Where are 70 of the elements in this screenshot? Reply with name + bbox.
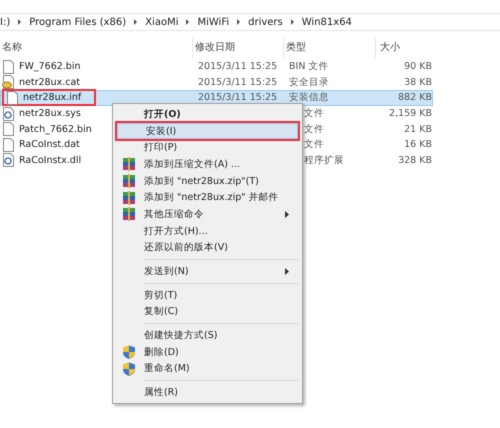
menu-item[interactable]: 添加到 "netr28ux.zip"(T) [115, 172, 300, 190]
file-name[interactable]: RaCoInst.dat [19, 139, 80, 150]
menu-item[interactable]: 打印(P) [115, 139, 300, 156]
menu-item[interactable]: 属性(R) [115, 384, 300, 401]
file-icon [2, 60, 15, 74]
breadcrumb-item[interactable]: drivers [248, 16, 283, 28]
column-header[interactable]: 类型 [283, 37, 375, 59]
table-cell: 文件 [304, 107, 324, 120]
file-name[interactable]: RaCoInstx.dll [19, 154, 82, 166]
breadcrumb-item[interactable]: MiWiFi [197, 16, 230, 28]
chevron-icon [290, 18, 295, 26]
table-cell: 文件 [304, 138, 324, 152]
table-cell: 安全目录 [289, 76, 329, 89]
menu-item[interactable]: 安装(I) [117, 122, 298, 140]
file-name[interactable]: netr28ux.inf [23, 92, 82, 104]
table-cell: 2015/3/11 15:25 [198, 61, 278, 72]
menu-item[interactable]: 添加到 "netr28ux.zip" 并邮件 [115, 189, 300, 206]
address-bar[interactable]: I:) Program Files (x86) XiaoMi MiWiFi drivers Win81x64 [0, 14, 500, 31]
table-cell: 程序扩展 [304, 154, 344, 167]
column-header[interactable]: 修改日期 [192, 37, 283, 59]
archive-icon [122, 174, 136, 188]
archive-icon [122, 207, 136, 222]
shield-icon [122, 345, 136, 360]
menu-item[interactable]: 打开方式(H)... [115, 222, 300, 240]
table-cell: 38 KB [404, 76, 432, 88]
archive-icon [122, 190, 136, 205]
submenu-arrow-icon [285, 210, 289, 218]
file-icon [2, 122, 15, 136]
submenu-arrow-icon [285, 268, 289, 276]
menu-item[interactable]: 其他压缩命令 [115, 206, 300, 223]
shield-icon [122, 362, 136, 376]
menu-item[interactable]: 重命名(M) [115, 360, 300, 378]
table-cell: 90 KB [404, 61, 432, 72]
file-icon [6, 90, 19, 105]
menu-item[interactable]: 打开(O) [115, 106, 300, 123]
column-header[interactable]: 大小 [375, 37, 433, 59]
chevron-icon [17, 18, 22, 26]
chevron-icon [133, 18, 138, 26]
file-name[interactable]: FW_7662.bin [19, 61, 80, 72]
menu-item[interactable]: 剪切(T) [115, 286, 300, 304]
file-icon [2, 138, 15, 152]
menu-item[interactable]: 删除(D) [115, 344, 300, 361]
table-cell: BIN 文件 [289, 60, 328, 74]
file-name[interactable]: netr28ux.cat [19, 76, 80, 88]
menu-item[interactable]: 添加到压缩文件(A) ... [115, 156, 300, 173]
table-cell: 文件 [304, 122, 324, 136]
menu-item[interactable]: 发送到(N) [115, 263, 300, 280]
breadcrumb-item[interactable]: I:) [0, 16, 10, 28]
table-cell: 16 KB [404, 139, 432, 150]
file-name[interactable]: Patch_7662.bin [19, 124, 92, 135]
table-cell: 安装信息 [289, 91, 329, 104]
column-header[interactable]: 名称 [0, 37, 192, 59]
table-cell: 21 KB [404, 124, 432, 135]
menu-item[interactable]: 创建快捷方式(S) [115, 327, 300, 344]
breadcrumb-item[interactable]: XiaoMi [145, 16, 178, 28]
table-cell: 328 KB [398, 154, 432, 166]
table-cell: 2015/3/11 15:25 [198, 76, 278, 88]
archive-icon [122, 157, 136, 172]
chevron-icon [185, 18, 190, 26]
table-cell: 2015/3/11 15:25 [198, 92, 278, 104]
breadcrumb-item[interactable]: Win81x64 [302, 16, 352, 28]
table-cell: 882 KB [398, 92, 432, 104]
breadcrumb-item[interactable]: Program Files (x86) [29, 16, 126, 28]
file-name[interactable]: netr28ux.sys [19, 108, 81, 120]
menu-item[interactable]: 复制(C) [115, 304, 300, 320]
menu-item[interactable]: 还原以前的版本(V) [115, 240, 300, 256]
certificate-file-icon [2, 75, 15, 90]
chevron-icon [236, 18, 242, 26]
table-cell: 2,159 KB [389, 108, 432, 120]
selected-row[interactable]: netr28ux.inf 2015/3/11 15:25 安装信息 882 KB [0, 90, 433, 106]
